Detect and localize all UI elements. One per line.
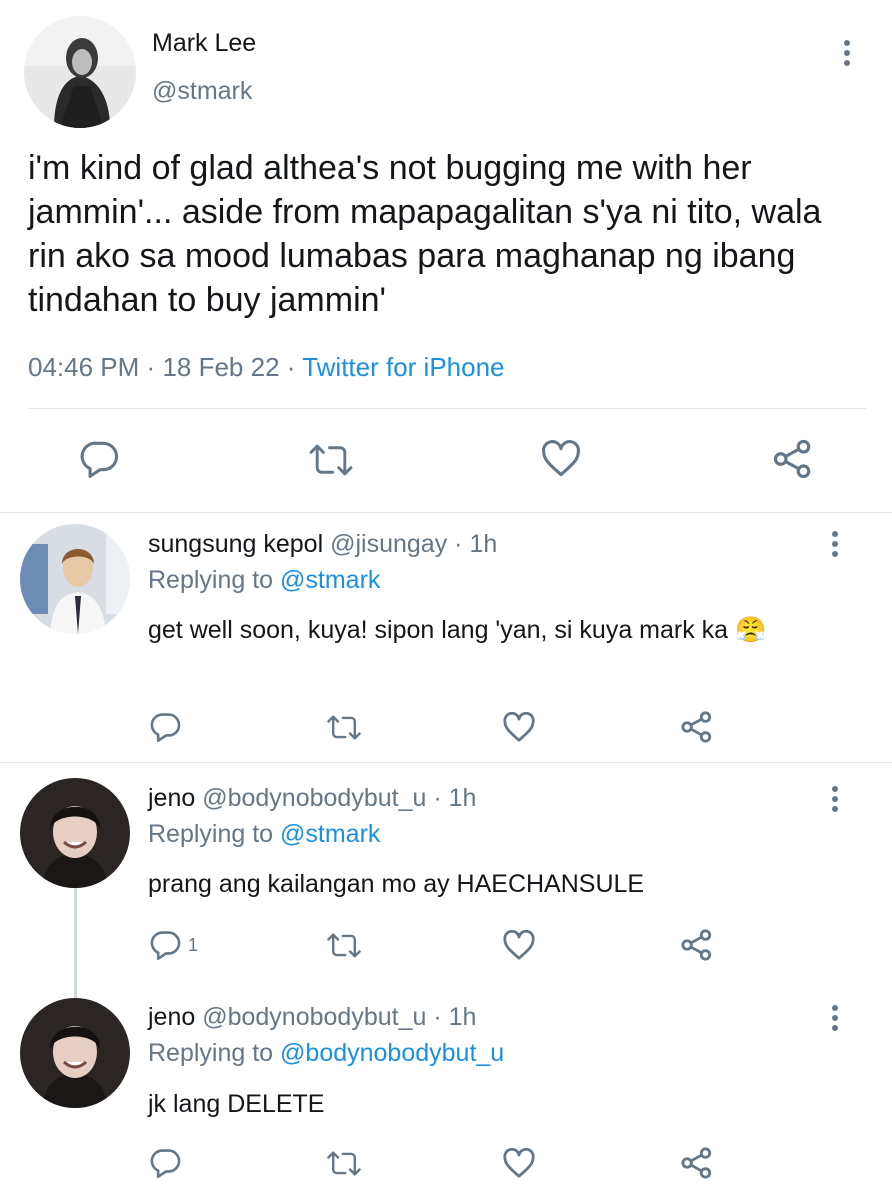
more-vertical-icon[interactable] bbox=[830, 531, 840, 561]
tweet-text: i'm kind of glad althea's not bugging me… bbox=[28, 149, 822, 319]
avatar[interactable] bbox=[20, 998, 130, 1108]
retweet-icon bbox=[327, 1151, 361, 1176]
tweet-date: 18 Feb 22 bbox=[162, 352, 280, 382]
tweet-age: 1h bbox=[469, 530, 498, 558]
replying-to-link[interactable]: @stmark bbox=[280, 566, 380, 594]
retweet-icon bbox=[327, 933, 361, 958]
author-handle[interactable]: @jisungay bbox=[330, 530, 447, 558]
share-button[interactable] bbox=[680, 928, 714, 962]
emoji: 😤 bbox=[735, 615, 767, 644]
avatar[interactable] bbox=[20, 778, 130, 888]
tweet-age: 1h bbox=[448, 784, 477, 812]
divider bbox=[28, 408, 866, 409]
like-button[interactable] bbox=[502, 930, 536, 961]
share-button[interactable] bbox=[772, 438, 814, 480]
replying-to-link[interactable]: @stmark bbox=[280, 820, 380, 848]
author-name[interactable]: sungsung kepol bbox=[148, 530, 323, 558]
tweet-age: 1h bbox=[448, 1003, 477, 1031]
reply-icon bbox=[150, 931, 181, 960]
author-handle[interactable]: @bodynobodybut_u bbox=[202, 784, 426, 812]
tweet-time: 04:46 PM bbox=[28, 352, 140, 382]
meta-separator: · bbox=[286, 352, 296, 382]
reply-button[interactable] bbox=[150, 712, 182, 742]
meta-separator: · bbox=[454, 530, 463, 558]
reply-icon bbox=[80, 441, 119, 478]
heart-icon bbox=[503, 930, 535, 960]
more-vertical-icon[interactable] bbox=[842, 40, 852, 70]
reply-icon bbox=[150, 713, 181, 742]
more-vertical-icon[interactable] bbox=[830, 786, 840, 816]
author-handle[interactable]: @bodynobodybut_u bbox=[202, 1003, 426, 1031]
retweet-icon bbox=[309, 444, 353, 476]
retweet-button[interactable] bbox=[326, 714, 362, 741]
replying-to: Replying to @bodynobodybut_u bbox=[148, 1039, 504, 1068]
reply-header: sungsung kepol @jisungay · 1h bbox=[148, 530, 497, 559]
retweet-icon bbox=[327, 715, 361, 740]
reply-button[interactable]: 1 bbox=[150, 930, 198, 960]
share-button[interactable] bbox=[680, 710, 714, 744]
author-name[interactable]: jeno bbox=[148, 1003, 195, 1031]
reply-text: prang ang kailangan mo ay HAECHANSULE bbox=[148, 870, 645, 898]
share-icon bbox=[773, 439, 811, 479]
retweet-button[interactable] bbox=[326, 932, 362, 959]
reply-text-block: get well soon, kuya! sipon lang 'yan, si… bbox=[148, 612, 848, 648]
avatar[interactable] bbox=[24, 16, 136, 128]
meta-separator: · bbox=[433, 784, 442, 812]
avatar[interactable] bbox=[20, 524, 130, 634]
reply-text: jk lang DELETE bbox=[148, 1090, 325, 1118]
like-button[interactable] bbox=[502, 712, 536, 743]
tweet-meta: 04:46 PM · 18 Feb 22 · Twitter for iPhon… bbox=[28, 352, 505, 383]
heart-icon bbox=[503, 1148, 535, 1178]
reply-button[interactable] bbox=[150, 1148, 182, 1178]
author-handle[interactable]: @stmark bbox=[152, 77, 252, 106]
heart-icon bbox=[503, 712, 535, 742]
like-button[interactable] bbox=[540, 440, 582, 478]
divider bbox=[0, 762, 892, 763]
reply-header: jeno @bodynobodybut_u · 1h bbox=[148, 1003, 476, 1032]
retweet-button[interactable] bbox=[308, 443, 354, 477]
share-icon bbox=[681, 1147, 712, 1179]
tweet-source-link[interactable]: Twitter for iPhone bbox=[302, 352, 504, 382]
share-icon bbox=[681, 929, 712, 961]
share-icon bbox=[681, 711, 712, 743]
replying-to-link[interactable]: @bodynobodybut_u bbox=[280, 1039, 504, 1067]
reply-text: get well soon, kuya! sipon lang 'yan, si… bbox=[148, 616, 729, 644]
replying-to: Replying to @stmark bbox=[148, 820, 380, 849]
reply-button[interactable] bbox=[80, 440, 120, 478]
author-name[interactable]: jeno bbox=[148, 784, 195, 812]
reply-header: jeno @bodynobodybut_u · 1h bbox=[148, 784, 476, 813]
replying-to: Replying to @stmark bbox=[148, 566, 380, 595]
meta-separator: · bbox=[433, 1003, 442, 1031]
retweet-button[interactable] bbox=[326, 1150, 362, 1177]
reply-count: 1 bbox=[188, 934, 199, 955]
thread-line bbox=[74, 888, 77, 998]
like-button[interactable] bbox=[502, 1148, 536, 1179]
more-vertical-icon[interactable] bbox=[830, 1005, 840, 1035]
meta-separator: · bbox=[146, 352, 156, 382]
heart-icon bbox=[542, 440, 580, 477]
author-name[interactable]: Mark Lee bbox=[152, 29, 256, 58]
share-button[interactable] bbox=[680, 1146, 714, 1180]
reply-icon bbox=[150, 1149, 181, 1178]
replying-label: Replying to bbox=[148, 566, 274, 594]
replying-label: Replying to bbox=[148, 820, 274, 848]
divider bbox=[0, 512, 892, 513]
replying-label: Replying to bbox=[148, 1039, 274, 1067]
